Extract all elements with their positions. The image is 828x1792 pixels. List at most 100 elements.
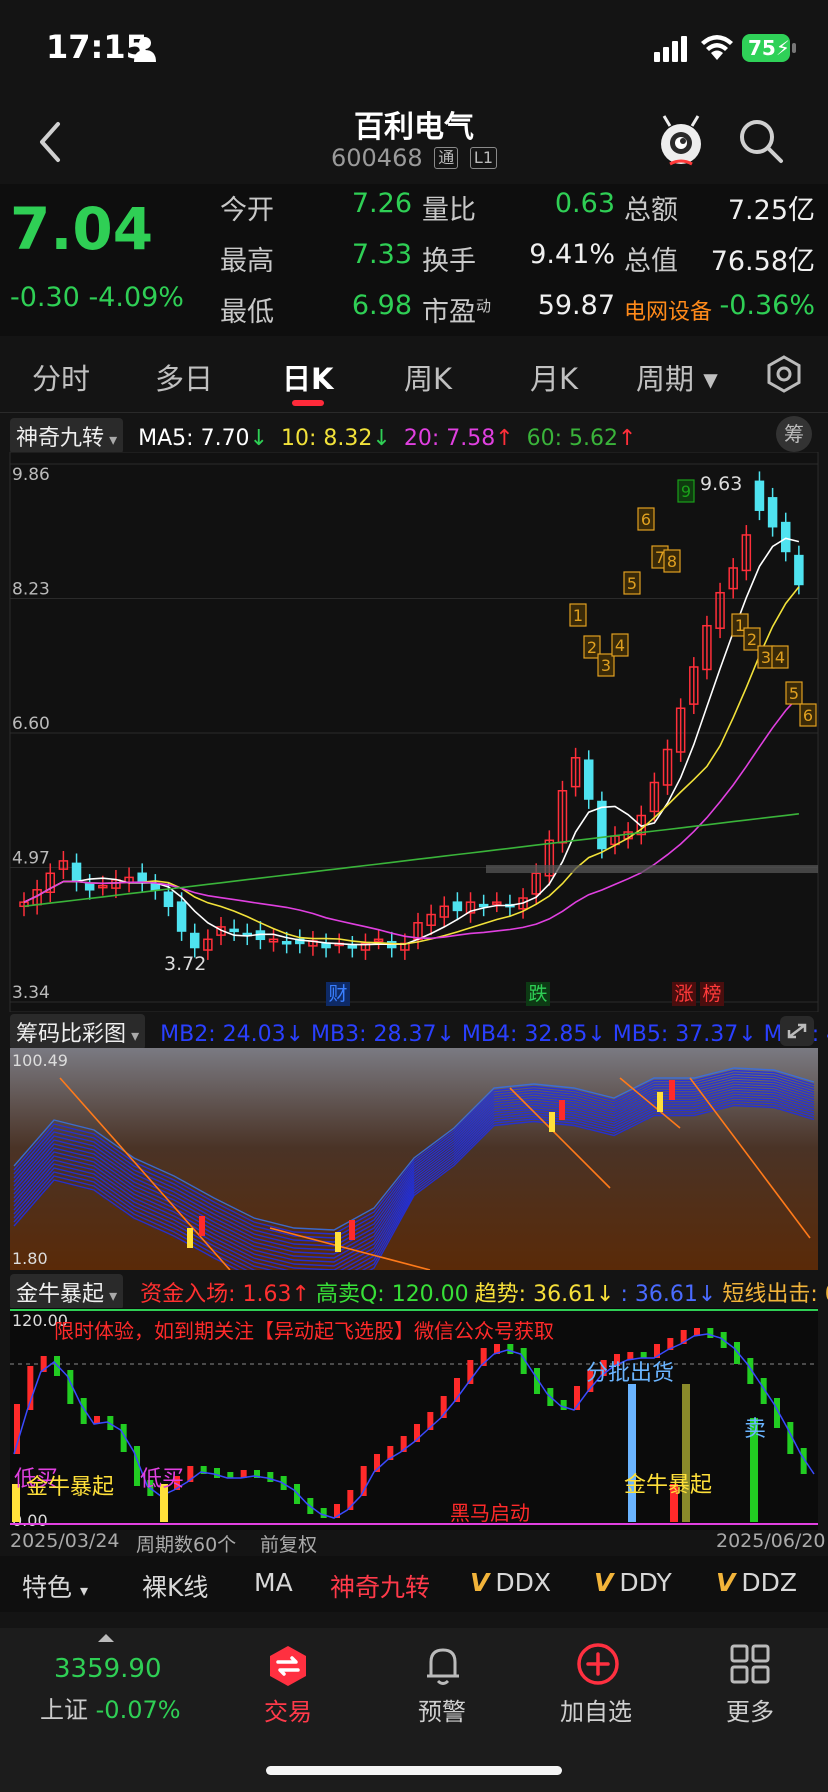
bull-legend-item: 高卖Q: 120.00: [315, 1282, 469, 1307]
pe-label: 市盈动: [422, 297, 492, 328]
ma10-value: 10: 8.32↓: [281, 426, 391, 451]
nine-turn-tag: 4: [615, 636, 625, 655]
chevron-up-icon: [98, 1634, 114, 1642]
chip-signal-bar: [657, 1092, 663, 1112]
surge-label-2: 金牛暴起: [624, 1473, 712, 1498]
candle-body: [163, 891, 174, 908]
ma5-value: MA5: 7.70↓: [138, 426, 268, 451]
chip-distribution-button[interactable]: 筹: [776, 416, 812, 452]
nine-turn-tag: 5: [789, 684, 799, 703]
mascot-icon[interactable]: [656, 114, 706, 166]
volume-ratio-value: 0.63: [554, 188, 615, 219]
candle-body: [229, 928, 239, 933]
chip-y-top: 100.49: [12, 1051, 68, 1070]
chip-signal-bar: [669, 1080, 675, 1100]
surge-label-1: 金牛暴起: [26, 1475, 114, 1500]
bull-legend-item: 资金入场: 1.63↑: [140, 1282, 310, 1307]
y-tick-label: 8.23: [12, 580, 50, 600]
turnover-rate-label: 换手: [422, 246, 476, 277]
market-cap-label: 总值: [624, 246, 678, 277]
bull-legend-item: 趋势: 36.61↓: [474, 1282, 615, 1307]
chip-y-bottom: 1.80: [12, 1249, 48, 1268]
home-indicator: [266, 1766, 562, 1775]
tool-magic-nine[interactable]: 神奇九转: [330, 1568, 430, 1604]
candle-body: [478, 903, 489, 908]
tab-weekly-k[interactable]: 周K: [404, 356, 452, 398]
grid-more-icon[interactable]: [730, 1644, 770, 1684]
bull-bar: [320, 1508, 327, 1518]
signal-column: [682, 1384, 690, 1522]
tab-multi-day[interactable]: 多日: [155, 356, 213, 398]
nine-turn-tag: 6: [641, 510, 651, 529]
support-band: [486, 865, 818, 874]
nav-trade[interactable]: 交易: [228, 1692, 348, 1727]
bull-bar: [707, 1328, 714, 1338]
battery-indicator: 75⚡: [742, 34, 790, 62]
turnover-amount-label: 总额: [624, 195, 678, 226]
nav-alert[interactable]: 预警: [382, 1692, 502, 1727]
search-icon[interactable]: [738, 118, 784, 164]
chip-ratio-chart[interactable]: 100.49 1.80: [0, 1048, 828, 1270]
chip-signal-bar: [349, 1220, 355, 1240]
low-value: 6.98: [351, 290, 412, 321]
nav-more[interactable]: 更多: [690, 1692, 810, 1727]
bull-surge-chart[interactable]: 120.000.00限时体验，如到期关注【异动起飞选股】微信公众号获取分批出货卖…: [0, 1308, 828, 1530]
tab-daily-k[interactable]: 日K: [282, 356, 333, 398]
high-value: 7.33: [351, 239, 412, 270]
darkhorse-label: 黑马启动: [450, 1501, 530, 1525]
batch-sell-label: 分批出货: [586, 1361, 674, 1386]
chip-indicator-bar: 筹码比彩图 MB2: 24.03↓ MB3: 28.37↓ MB4: 32.85…: [0, 1014, 828, 1050]
tool-naked-k[interactable]: 裸K线: [142, 1568, 208, 1604]
nine-turn-tag: 4: [775, 648, 785, 667]
tab-monthly-k[interactable]: 月K: [530, 356, 578, 398]
adjust-mode[interactable]: 前复权: [260, 1530, 317, 1557]
kline-chart[interactable]: 9.868.236.604.973.349.633.721234567 89123…: [0, 452, 828, 1012]
wifi-icon: [701, 35, 733, 60]
nine-turn-tag: 1: [573, 606, 583, 625]
trade-icon[interactable]: [266, 1644, 310, 1688]
index-value[interactable]: 3359.90: [54, 1654, 162, 1684]
battery-cap: [792, 43, 796, 53]
y-tick-label: 4.97: [12, 849, 50, 869]
tool-ddy[interactable]: V DDY: [594, 1568, 672, 1597]
nine-turn-tag: 3: [601, 656, 611, 675]
candle-body: [583, 759, 594, 800]
event-marker: 榜: [702, 983, 721, 1005]
low-buy-label-2: 低买: [140, 1467, 184, 1492]
main-indicator-select[interactable]: 神奇九转: [10, 418, 124, 454]
chip-signal-bar: [199, 1216, 205, 1236]
turnover-amount-value: 7.25亿: [727, 195, 815, 226]
tab-period-dropdown[interactable]: 周期 ▾: [636, 356, 718, 398]
add-watchlist-icon[interactable]: [576, 1642, 620, 1686]
nine-turn-tag: 2: [747, 630, 757, 649]
bull-bar: [640, 1352, 647, 1358]
market-cap-value: 76.58亿: [710, 246, 815, 277]
candle-body: [347, 945, 358, 949]
bell-icon[interactable]: [424, 1644, 462, 1686]
chip-signal-bar: [335, 1232, 341, 1252]
bull-indicator-select[interactable]: 金牛暴起: [10, 1274, 124, 1310]
nine-turn-tag: 3: [761, 648, 771, 667]
tool-ddz[interactable]: V DDZ: [716, 1568, 797, 1597]
status-bar: 17:15 75⚡: [0, 0, 828, 100]
settings-hexagon-icon[interactable]: [764, 354, 804, 394]
tab-intraday[interactable]: 分时: [32, 356, 90, 398]
tool-ddx[interactable]: V DDX: [470, 1568, 551, 1597]
period-tabs: 分时 多日 日K 周K 月K 周期 ▾: [0, 340, 828, 413]
candle-body: [754, 480, 765, 511]
candle-body: [137, 872, 147, 883]
expand-icon[interactable]: [780, 1016, 814, 1046]
bull-legend: 资金入场: 1.63↑ 高卖Q: 120.00 趋势: 36.61↓: 36.61↓…: [130, 1282, 828, 1307]
tool-ma[interactable]: MA: [254, 1568, 293, 1597]
price-change: -0.30 -4.09%: [10, 282, 184, 313]
low-price-label: 3.72: [164, 953, 206, 975]
x-axis-start: 2025/03/24: [10, 1530, 120, 1552]
nav-add-watchlist[interactable]: 加自选: [536, 1692, 656, 1727]
chip-indicator-select[interactable]: 筹码比彩图: [10, 1014, 146, 1050]
y-tick-label: 3.34: [12, 983, 50, 1003]
index-summary[interactable]: 上证 -0.07%: [40, 1690, 181, 1725]
chip-signal-bar: [549, 1112, 555, 1132]
tool-feature-dropdown[interactable]: 特色 ▾: [22, 1568, 88, 1604]
volume-ratio-label: 量比: [422, 195, 476, 226]
chip-signal-bar: [187, 1228, 193, 1248]
